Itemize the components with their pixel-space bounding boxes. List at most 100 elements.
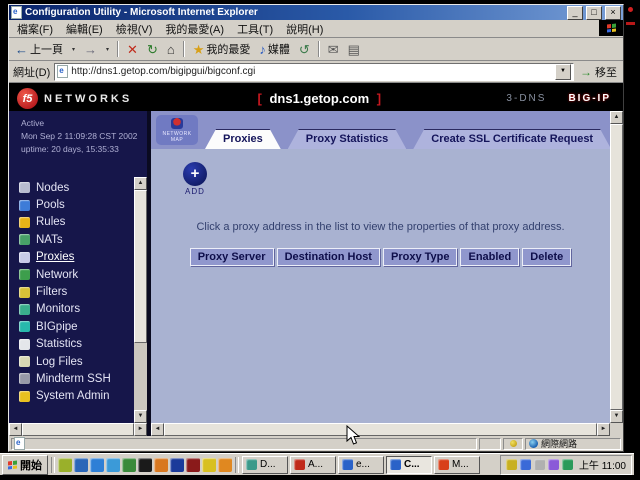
- sidebar-item-pools[interactable]: Pools: [19, 196, 131, 213]
- tray-icon-2[interactable]: [520, 459, 531, 470]
- table-header-proxy-server[interactable]: Proxy Server: [190, 248, 274, 266]
- forward-dropdown[interactable]: ▾: [103, 45, 112, 54]
- sidebar-item-label: System Admin: [36, 390, 110, 402]
- address-input[interactable]: e http://dns1.getop.com/bigipgui/bigconf…: [54, 63, 574, 81]
- sidebar-item-rules[interactable]: Rules: [19, 214, 131, 231]
- scroll-thumb[interactable]: [134, 190, 147, 343]
- rules-icon: [19, 217, 30, 228]
- quick-launch-icon-8[interactable]: [170, 458, 184, 472]
- link-3dns[interactable]: 3-DNS: [506, 93, 546, 104]
- content-horizontal-scrollbar[interactable]: ◄ ►: [151, 423, 610, 436]
- task-button-2[interactable]: A...: [290, 456, 336, 474]
- tab-create-ssl-certificate-request[interactable]: Create SSL Certificate Request: [413, 129, 610, 149]
- start-button[interactable]: 開始: [2, 455, 48, 475]
- quick-launch-icon-6[interactable]: [138, 458, 152, 472]
- scroll-left-icon[interactable]: ◄: [9, 423, 22, 436]
- sidebar-item-filters[interactable]: Filters: [19, 283, 131, 300]
- quick-launch-icon-9[interactable]: [186, 458, 200, 472]
- menu-item-favorites[interactable]: 我的最愛(A): [159, 20, 230, 38]
- favorites-button[interactable]: ★我的最愛: [190, 40, 254, 58]
- tray-icon-3[interactable]: [534, 459, 545, 470]
- tray-icon-5[interactable]: [562, 459, 573, 470]
- menu-item-edit[interactable]: 編輯(E): [60, 20, 109, 38]
- menu-item-tools[interactable]: 工具(T): [231, 20, 279, 38]
- go-button[interactable]: → 移至: [578, 64, 619, 80]
- quick-launch-icon-7[interactable]: [154, 458, 168, 472]
- table-header-proxy-type[interactable]: Proxy Type: [383, 248, 458, 266]
- scroll-up-icon[interactable]: ▲: [610, 111, 623, 124]
- stop-button[interactable]: ✕: [124, 42, 141, 57]
- home-button[interactable]: ⌂: [164, 42, 178, 57]
- sidebar-item-nodes[interactable]: Nodes: [19, 179, 131, 196]
- address-dropdown-icon[interactable]: ▼: [555, 64, 571, 80]
- sidebar-item-system-admin[interactable]: System Admin: [19, 388, 131, 405]
- scroll-down-icon[interactable]: ▼: [134, 410, 147, 423]
- scroll-down-icon[interactable]: ▼: [610, 410, 623, 423]
- menu-item-view[interactable]: 檢視(V): [110, 20, 159, 38]
- sidebar-item-log-files[interactable]: Log Files: [19, 353, 131, 370]
- favorites-icon: ★: [193, 43, 205, 56]
- scroll-thumb[interactable]: [22, 423, 134, 436]
- quick-launch-icon-3[interactable]: [90, 458, 104, 472]
- network-map-button[interactable]: NETWORK MAP: [156, 115, 198, 145]
- tab-proxy-statistics[interactable]: Proxy Statistics: [288, 129, 407, 149]
- table-header-enabled[interactable]: Enabled: [460, 248, 519, 266]
- window-titlebar[interactable]: e Configuration Utility - Microsoft Inte…: [9, 5, 623, 20]
- task-button-icon: [438, 459, 449, 470]
- refresh-button[interactable]: ↻: [144, 42, 161, 57]
- quick-launch-icon-1[interactable]: [58, 458, 72, 472]
- tray-icon-1[interactable]: [506, 459, 517, 470]
- task-button-3[interactable]: e...: [338, 456, 384, 474]
- media-button[interactable]: ♪媒體: [256, 40, 293, 58]
- stop-icon: ✕: [127, 43, 138, 56]
- sidebar-item-mindterm-ssh[interactable]: Mindterm SSH: [19, 370, 131, 387]
- scroll-up-icon[interactable]: ▲: [134, 177, 147, 190]
- table-header-delete[interactable]: Delete: [522, 248, 571, 266]
- quick-launch-icon-4[interactable]: [106, 458, 120, 472]
- task-button-1[interactable]: D...: [242, 456, 288, 474]
- scroll-thumb[interactable]: [610, 124, 623, 410]
- back-button[interactable]: ←上一頁: [12, 40, 66, 58]
- scroll-right-icon[interactable]: ►: [134, 423, 147, 436]
- history-button[interactable]: ↺: [296, 42, 313, 57]
- close-button[interactable]: ×: [605, 6, 621, 20]
- sidebar-item-network[interactable]: Network: [19, 266, 131, 283]
- sidebar-horizontal-scrollbar[interactable]: ◄ ►: [9, 423, 147, 436]
- tab-proxies[interactable]: Proxies: [205, 129, 281, 149]
- scroll-thumb[interactable]: [164, 423, 597, 436]
- task-button-4[interactable]: C...: [386, 456, 432, 474]
- sidebar-vertical-scrollbar[interactable]: ▲ ▼: [134, 177, 147, 423]
- sidebar-item-monitors[interactable]: Monitors: [19, 301, 131, 318]
- link-bigip[interactable]: BIG-IP: [568, 93, 611, 104]
- sidebar-item-proxies[interactable]: Proxies: [19, 249, 131, 266]
- sidebar: Active Mon Sep 2 11:09:28 CST 2002 uptim…: [9, 111, 147, 436]
- maximize-button[interactable]: □: [586, 6, 602, 20]
- sidebar-item-bigpipe[interactable]: BIGpipe: [19, 318, 131, 335]
- quick-launch-icon-5[interactable]: [122, 458, 136, 472]
- forward-button[interactable]: →: [81, 42, 100, 57]
- task-button-label: M...: [452, 459, 469, 470]
- scroll-left-icon[interactable]: ◄: [151, 423, 164, 436]
- back-dropdown[interactable]: ▾: [69, 45, 78, 54]
- scroll-right-icon[interactable]: ►: [597, 423, 610, 436]
- add-proxy-button[interactable]: + ADD: [171, 162, 219, 196]
- hostname: dns1.getop.com: [269, 91, 369, 106]
- status-segment: [479, 438, 501, 450]
- print-button[interactable]: ▤: [345, 42, 363, 57]
- quick-launch-icon-11[interactable]: [218, 458, 232, 472]
- bigpipe-icon: [19, 321, 30, 332]
- minimize-button[interactable]: _: [567, 6, 583, 20]
- taskbar-clock[interactable]: 上午 11:00: [579, 457, 626, 472]
- menu-item-help[interactable]: 說明(H): [280, 20, 329, 38]
- content-vertical-scrollbar[interactable]: ▲ ▼: [610, 111, 623, 423]
- quick-launch-icon-2[interactable]: [74, 458, 88, 472]
- quick-launch-icon-10[interactable]: [202, 458, 216, 472]
- sidebar-item-nats[interactable]: NATs: [19, 231, 131, 248]
- menu-item-file[interactable]: 檔案(F): [11, 20, 59, 38]
- task-button-5[interactable]: M...: [434, 456, 480, 474]
- table-header-destination-host[interactable]: Destination Host: [277, 248, 380, 266]
- tray-icon-4[interactable]: [548, 459, 559, 470]
- mail-button[interactable]: ✉: [325, 42, 342, 57]
- sidebar-item-statistics[interactable]: Statistics: [19, 336, 131, 353]
- toolbar-separator: [183, 41, 185, 57]
